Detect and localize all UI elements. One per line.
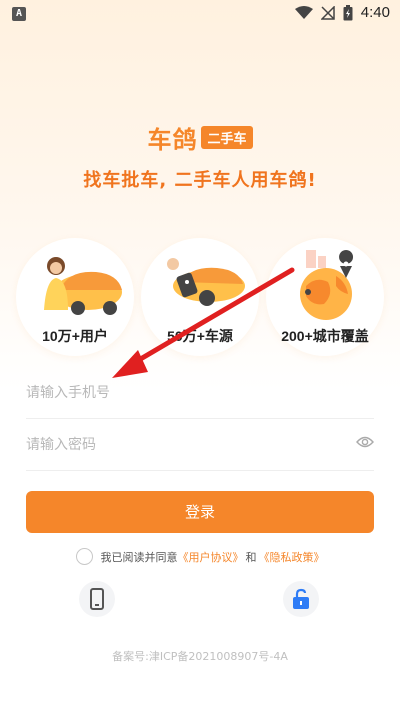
feature-cities: 200+城市覆盖 (266, 238, 384, 356)
brand-name: 车鸽 (147, 126, 198, 154)
eye-icon[interactable] (356, 435, 374, 449)
agreement-row: 我已阅读并同意 《用户协议》 和 《隐私政策》 (0, 548, 400, 565)
agree-checkbox[interactable] (75, 548, 93, 565)
phone-placeholder: 请输入手机号 (26, 385, 110, 401)
password-field[interactable]: 请输入密码 (26, 418, 374, 471)
status-bar: A 4:40 (0, 0, 400, 28)
brand-tag: 二手车 (201, 126, 253, 149)
feature-cars-label: 50万+车源 (167, 328, 233, 344)
car-key-icon (167, 258, 245, 306)
agree-prefix: 我已阅读并同意 (100, 550, 178, 564)
phone-field[interactable]: 请输入手机号 (26, 366, 374, 419)
battery-charging-icon (343, 4, 353, 20)
unlock-icon (293, 588, 309, 609)
brand-logo: 车鸽 二手车 (0, 120, 400, 155)
status-icons: 4:40 (294, 4, 390, 21)
no-signal-icon (320, 5, 335, 20)
globe-location-icon (300, 250, 354, 320)
agree-and: 和 (245, 550, 257, 564)
feature-users: 10万+用户 (16, 238, 134, 356)
wifi-icon (294, 5, 313, 19)
icp-footer: 备案号:津ICP备2021008907号-4A (112, 650, 288, 663)
user-agreement-link[interactable]: 《用户协议》 (178, 549, 244, 565)
phone-login-button[interactable] (79, 581, 115, 617)
feature-cities-label: 200+城市覆盖 (281, 328, 369, 344)
user-with-car-icon (44, 257, 122, 315)
feature-cars: 50万+车源 (141, 238, 259, 356)
password-placeholder: 请输入密码 (26, 437, 96, 453)
phone-icon (90, 588, 104, 610)
feature-users-label: 10万+用户 (42, 328, 108, 344)
slogan: 找车批车, 二手车人用车鸽! (83, 170, 317, 191)
privacy-policy-link[interactable]: 《隐私政策》 (259, 549, 325, 565)
password-login-button[interactable] (283, 581, 319, 617)
notification-icon: A (12, 7, 26, 21)
clock: 4:40 (360, 4, 390, 21)
login-button[interactable]: 登录 (26, 491, 374, 533)
